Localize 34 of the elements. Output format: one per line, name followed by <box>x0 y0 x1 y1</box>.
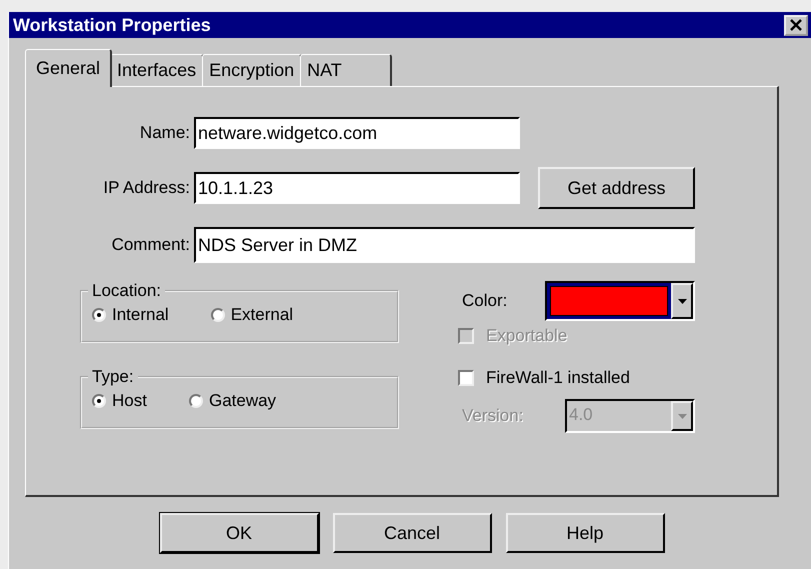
radio-label: Gateway <box>208 391 276 411</box>
window-title: Workstation Properties <box>13 14 211 36</box>
dialog-button[interactable]: Cancel <box>332 513 492 553</box>
radio-button[interactable] <box>92 308 106 322</box>
color-label: Color: <box>461 291 508 311</box>
tab[interactable]: NAT <box>300 54 392 86</box>
dialog-button[interactable]: Help <box>506 513 664 553</box>
text-field[interactable]: 10.1.1.23 <box>194 172 520 204</box>
checkbox-label: Exportable <box>486 326 568 346</box>
field-label: IP Address: <box>102 178 191 198</box>
tab[interactable]: Encryption <box>202 54 302 86</box>
version-label: Version: <box>462 406 524 426</box>
group-title: Type: <box>91 367 135 387</box>
group-title: Location: <box>91 281 162 301</box>
tab[interactable]: General <box>25 49 112 87</box>
checkbox[interactable] <box>458 370 474 386</box>
close-button[interactable] <box>784 14 808 36</box>
field-label: Name: <box>138 123 191 143</box>
radio-label: Internal <box>112 305 169 325</box>
text-field[interactable]: netware.widgetco.com <box>194 117 520 149</box>
radio-label: External <box>230 305 294 325</box>
text-field[interactable]: NDS Server in DMZ <box>194 227 695 263</box>
dropdown-arrow-icon <box>678 414 686 418</box>
dropdown-arrow-icon <box>678 298 686 304</box>
get-address-button[interactable]: Get address <box>538 167 695 209</box>
radio-button[interactable] <box>210 308 225 322</box>
radio-button[interactable] <box>188 394 203 408</box>
radio-button[interactable] <box>92 394 106 408</box>
radio-label: Host <box>112 391 147 411</box>
close-icon <box>789 19 803 31</box>
field-label: Comment: <box>110 235 191 255</box>
dialog-button[interactable]: OK <box>160 513 318 553</box>
color-dropdown[interactable] <box>545 281 695 321</box>
checkbox-label: FireWall-1 installed <box>486 368 630 388</box>
